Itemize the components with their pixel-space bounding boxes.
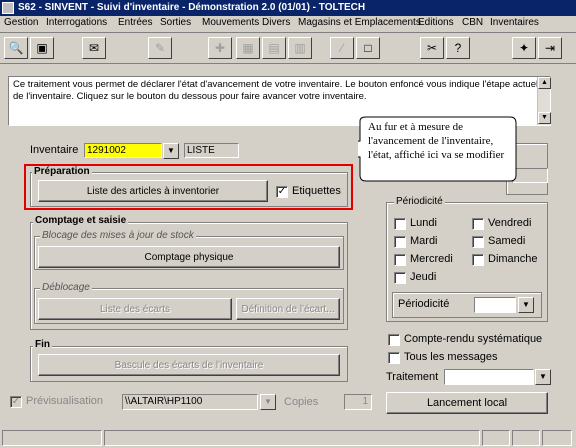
mercredi-label: Mercredi	[410, 253, 453, 265]
wizard-icon[interactable]: ✦	[512, 37, 536, 59]
copies-field[interactable]: 1	[344, 394, 372, 410]
periodicite-title: Périodicité	[394, 196, 445, 207]
window-title: S62 - SINVENT - Suivi d'inventaire - Dém…	[18, 2, 366, 13]
status-pane-2	[104, 430, 480, 446]
info-scrollbar[interactable]: ▲ ▼	[537, 77, 551, 125]
periodicite-field[interactable]	[474, 297, 516, 313]
window-title-bar: S62 - SINVENT - Suivi d'inventaire - Dém…	[0, 0, 576, 16]
inventaire-code-field[interactable]: 1291002	[84, 143, 162, 158]
fin-title: Fin	[33, 339, 52, 350]
status-pane-4	[512, 430, 540, 446]
compte-rendu-label: Compte-rendu systématique	[404, 333, 543, 345]
traitement-dropdown-icon[interactable]: ▼	[535, 369, 551, 385]
vendredi-checkbox[interactable]	[472, 218, 484, 230]
help-icon[interactable]: ?	[446, 37, 470, 59]
status-pane-5	[542, 430, 572, 446]
info-text: Ce traitement vous permet de déclarer l'…	[13, 79, 546, 102]
preparation-title: Préparation	[32, 166, 92, 177]
samedi-label: Samedi	[488, 235, 526, 247]
lundi-label: Lundi	[410, 217, 437, 229]
dimanche-checkbox[interactable]	[472, 254, 484, 266]
periodicite-field-label: Périodicité	[398, 298, 450, 310]
inventaire-dropdown-icon[interactable]: ▼	[163, 143, 179, 159]
menu-interrogations[interactable]: Interrogations	[46, 17, 107, 28]
mail-icon[interactable]: ✉	[82, 37, 106, 59]
inventaire-label: Inventaire	[30, 144, 79, 156]
printer-field[interactable]: \\ALTAIR\HP1100	[122, 394, 258, 410]
status-pane-1	[2, 430, 102, 446]
previsualisation-checkbox[interactable]: ✓	[10, 396, 22, 408]
compte-rendu-checkbox[interactable]	[388, 334, 400, 346]
exit-icon[interactable]: ⇥	[538, 37, 562, 59]
menu-magasins[interactable]: Magasins et Emplacements	[298, 17, 421, 28]
callout-text: Au fur et à mesure de l'avancement de l'…	[368, 121, 505, 161]
mardi-checkbox[interactable]	[394, 236, 406, 248]
traitement-field[interactable]	[444, 369, 534, 385]
zoom-icon[interactable]: 🔍	[4, 37, 28, 59]
paste-icon[interactable]: ▥	[288, 37, 312, 59]
periodicite-dropdown-icon[interactable]: ▼	[518, 297, 534, 313]
jeudi-checkbox[interactable]	[394, 272, 406, 284]
vendredi-label: Vendredi	[488, 217, 532, 229]
toolbar: 🔍 ▣ ✉ ✎ ✚ ▦ ▤ ▥ ⁄ □ ✂ ? ✦ ⇥	[0, 34, 576, 64]
menu-cbn[interactable]: CBN	[462, 17, 483, 28]
comptage-title: Comptage et saisie	[33, 215, 129, 226]
printer-dropdown-icon[interactable]: ▼	[260, 394, 276, 410]
tous-messages-checkbox[interactable]	[388, 352, 400, 364]
deblocage-title: Déblocage	[40, 282, 92, 293]
camera-icon[interactable]: ▣	[30, 37, 54, 59]
samedi-checkbox[interactable]	[472, 236, 484, 248]
dimanche-label: Dimanche	[488, 253, 538, 265]
status-bar	[0, 428, 576, 448]
blocage-title: Blocage des mises à jour de stock	[40, 230, 196, 241]
app-icon	[2, 2, 14, 14]
menu-entrees[interactable]: Entrées	[118, 17, 152, 28]
menu-editions[interactable]: Editions	[418, 17, 454, 28]
new-document-icon[interactable]: □	[356, 37, 380, 59]
etiquettes-checkbox[interactable]: ✓	[276, 186, 288, 198]
menu-inventaires[interactable]: Inventaires	[490, 17, 539, 28]
liste-ecarts-button[interactable]: Liste des écarts	[38, 298, 232, 320]
menu-sorties[interactable]: Sorties	[160, 17, 191, 28]
scroll-up-icon[interactable]: ▲	[538, 77, 551, 89]
pen-icon[interactable]: ⁄	[330, 37, 354, 59]
scroll-down-icon[interactable]: ▼	[538, 112, 551, 124]
copy-icon[interactable]: ▤	[262, 37, 286, 59]
jeudi-label: Jeudi	[410, 271, 437, 283]
edit-icon[interactable]: ✎	[148, 37, 172, 59]
menu-bar: Gestion Interrogations Entrées Sorties M…	[0, 16, 576, 33]
tools-icon[interactable]: ✂	[420, 37, 444, 59]
bascule-ecarts-button[interactable]: Bascule des écarts de l'inventaire	[38, 354, 340, 376]
etiquettes-label: Etiquettes	[292, 185, 341, 197]
liste-articles-button[interactable]: Liste des articles à inventorier	[38, 180, 268, 202]
previsualisation-label: Prévisualisation	[26, 395, 104, 407]
comptage-physique-button[interactable]: Comptage physique	[38, 246, 340, 268]
add-icon[interactable]: ✚	[208, 37, 232, 59]
copies-label: Copies	[284, 396, 319, 408]
traitement-label: Traitement	[386, 371, 439, 383]
status-pane-3	[482, 430, 510, 446]
lancement-local-button[interactable]: Lancement local	[386, 392, 548, 414]
mardi-label: Mardi	[410, 235, 438, 247]
definition-ecart-button[interactable]: Définition de l'écart...	[236, 298, 340, 320]
lundi-checkbox[interactable]	[394, 218, 406, 230]
inventaire-etat-field: LISTE	[184, 143, 239, 158]
mercredi-checkbox[interactable]	[394, 254, 406, 266]
tous-messages-label: Tous les messages	[404, 351, 498, 363]
delete-icon[interactable]: ▦	[236, 37, 260, 59]
menu-gestion[interactable]: Gestion	[4, 17, 38, 28]
menu-mouvements-divers[interactable]: Mouvements Divers	[202, 17, 290, 28]
